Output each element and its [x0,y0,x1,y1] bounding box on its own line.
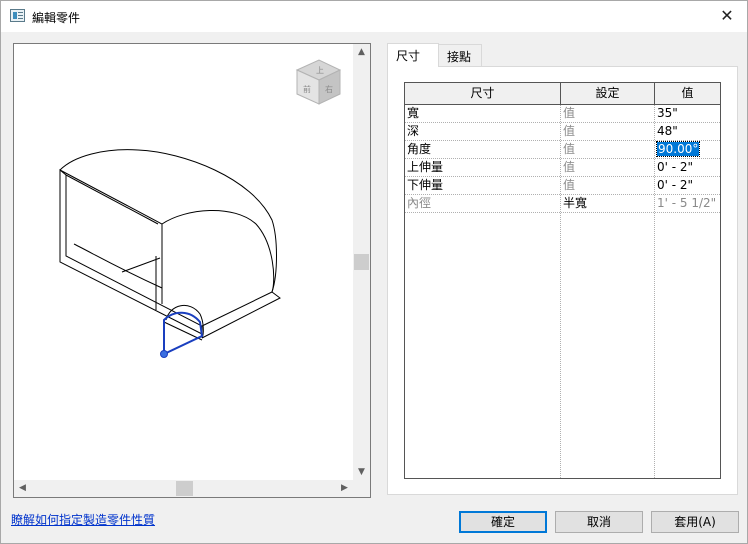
table-row[interactable]: 角度 值 90.00° [405,141,720,159]
help-link[interactable]: 瞭解如何指定製造零件性質 [11,511,155,528]
cancel-button[interactable]: 取消 [555,511,643,533]
edit-part-dialog: 編輯零件 ✕ 上 前 右 ▲ ▼ ◀ ▶ 尺寸 接點 尺寸 設定 值 寬 值 3… [0,0,748,544]
viewcube-icon[interactable]: 上 前 右 [295,59,342,105]
ok-button[interactable]: 確定 [459,511,547,533]
row-setting[interactable]: 值 [561,177,654,195]
header-value[interactable]: 值 [655,83,720,104]
row-name: 內徑 [407,196,432,210]
row-name: 角度 [407,142,432,156]
viewcube-face-right: 右 [325,84,333,94]
angle-grip-gizmo[interactable] [160,311,204,358]
scroll-right-icon[interactable]: ▶ [336,480,353,497]
dimensions-grid: 尺寸 設定 值 寬 值 35" 深 值 48" 角度 值 90.00° 上伸量 … [404,82,721,479]
elbow-wireframe [59,149,281,341]
row-name: 下伸量 [407,178,444,192]
header-setting[interactable]: 設定 [561,83,655,104]
row-value[interactable]: 1' - 5 1/2" [655,195,720,213]
scroll-down-icon[interactable]: ▼ [353,464,370,481]
apply-button[interactable]: 套用(A) [651,511,739,533]
row-setting[interactable]: 值 [561,141,654,159]
row-value[interactable]: 0' - 2" [655,177,720,195]
row-setting[interactable]: 值 [561,123,654,141]
scroll-left-icon[interactable]: ◀ [14,480,31,497]
row-value[interactable]: 35" [655,105,720,123]
row-name: 寬 [407,106,420,120]
scroll-corner [353,480,370,497]
selected-value-input[interactable]: 90.00° [655,141,701,157]
table-row[interactable]: 寬 值 35" [405,105,720,123]
row-setting[interactable]: 值 [561,159,654,177]
header-dimension[interactable]: 尺寸 [405,83,561,104]
part-preview-viewport[interactable]: 上 前 右 ▲ ▼ ◀ ▶ [13,43,371,498]
row-setting[interactable]: 半寬 [561,195,654,213]
app-icon [10,9,25,22]
row-setting[interactable]: 值 [561,105,654,123]
tab-connectors[interactable]: 接點 [438,44,482,67]
vertical-scrollbar[interactable]: ▲ ▼ [353,44,370,481]
row-value[interactable]: 48" [655,123,720,141]
close-button[interactable]: ✕ [707,1,747,32]
part-3d-model[interactable]: 上 前 右 [14,44,354,482]
window-title: 編輯零件 [32,11,81,25]
viewcube-face-top: 上 [316,66,324,75]
row-value-cell[interactable]: 90.00° [655,141,720,159]
dimensions-panel: 尺寸 設定 值 寬 值 35" 深 值 48" 角度 值 90.00° 上伸量 … [387,66,738,495]
scroll-up-icon[interactable]: ▲ [353,44,370,61]
horizontal-scroll-thumb[interactable] [176,481,193,496]
table-row[interactable]: 下伸量 值 0' - 2" [405,177,720,195]
tab-dimensions[interactable]: 尺寸 [387,43,439,67]
row-name: 深 [407,124,420,138]
horizontal-scrollbar[interactable]: ◀ ▶ [14,480,353,497]
row-name: 上伸量 [407,160,444,174]
viewcube-face-front: 前 [303,84,311,94]
grid-header: 尺寸 設定 值 [405,83,720,105]
table-row[interactable]: 深 值 48" [405,123,720,141]
table-row[interactable]: 上伸量 值 0' - 2" [405,159,720,177]
vertical-scroll-thumb[interactable] [354,254,369,270]
table-row[interactable]: 內徑 半寬 1' - 5 1/2" [405,195,720,213]
row-value[interactable]: 0' - 2" [655,159,720,177]
title-bar: 編輯零件 ✕ [1,1,747,32]
